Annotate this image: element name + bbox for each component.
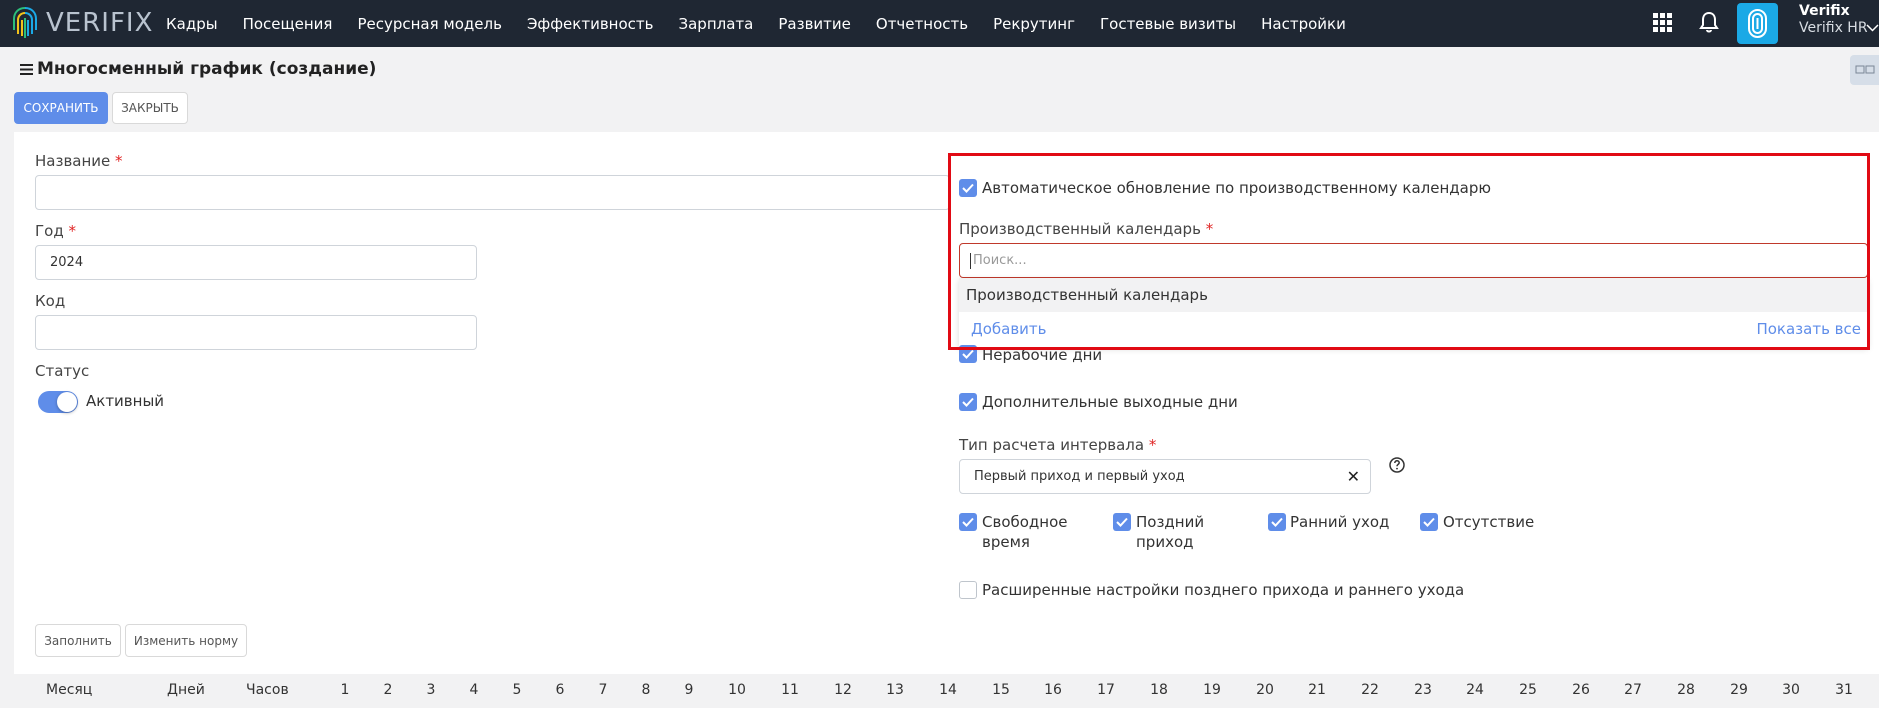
apps-grid-icon[interactable] [1653, 13, 1673, 33]
column-day: 25 [1519, 682, 1537, 698]
column-day: 10 [728, 682, 746, 698]
brand-logo[interactable]: VERIFIX [12, 6, 153, 40]
column-day: 23 [1414, 682, 1432, 698]
absence-label: Отсутствие [1443, 513, 1535, 531]
user-company[interactable]: Verifix HR [1799, 20, 1868, 36]
column-day: 19 [1203, 682, 1221, 698]
column-day: 13 [886, 682, 904, 698]
interval-label: Тип расчета интервала * [959, 436, 1157, 454]
column-day: 22 [1361, 682, 1379, 698]
translate-icon [1855, 65, 1875, 74]
column-day: 21 [1308, 682, 1326, 698]
column-day: 27 [1624, 682, 1642, 698]
close-button[interactable]: ЗАКРЫТЬ [112, 92, 188, 124]
nav-item[interactable]: Гостевые визиты [1100, 15, 1236, 33]
code-label: Код [35, 292, 66, 310]
status-value: Активный [86, 392, 165, 410]
advanced-settings-label: Расширенные настройки позднего прихода и… [982, 581, 1465, 599]
nav-item[interactable]: Эффективность [527, 15, 654, 33]
column-day: 8 [641, 682, 651, 698]
toggle-knob [57, 392, 77, 412]
year-input[interactable]: 2024 [35, 245, 477, 280]
column-day: 31 [1835, 682, 1853, 698]
column-day: 18 [1150, 682, 1168, 698]
early-leave-checkbox[interactable] [1268, 513, 1286, 531]
status-label: Статус [35, 362, 90, 380]
year-label: Год * [35, 222, 76, 240]
brand-name: VERIFIX [46, 8, 154, 38]
column-day: 30 [1782, 682, 1800, 698]
column-day: 16 [1044, 682, 1062, 698]
translate-toggle-button[interactable] [1850, 55, 1879, 85]
nav-item[interactable]: Зарплата [679, 15, 754, 33]
late-arrival-checkbox[interactable] [1113, 513, 1131, 531]
column-day: 26 [1572, 682, 1590, 698]
column-day: 14 [939, 682, 957, 698]
column-days: Дней [167, 682, 205, 698]
column-hours: Часов [246, 682, 289, 698]
avatar[interactable] [1737, 3, 1778, 44]
nav-item[interactable]: Настройки [1261, 15, 1346, 33]
column-day: 9 [684, 682, 694, 698]
column-day: 15 [992, 682, 1010, 698]
column-day: 5 [512, 682, 522, 698]
advanced-settings-checkbox[interactable] [959, 581, 977, 599]
status-toggle[interactable] [38, 391, 78, 413]
absence-checkbox[interactable] [1420, 513, 1438, 531]
late-arrival-label: Поздний приход [1136, 513, 1205, 551]
checkmark-icon [1271, 517, 1283, 527]
chevron-down-icon[interactable] [1866, 24, 1879, 32]
user-name[interactable]: Verifix [1799, 3, 1850, 19]
column-day: 1 [340, 682, 350, 698]
nav-item[interactable]: Кадры [166, 15, 218, 33]
page-title: Многосменный график (создание) [37, 59, 377, 79]
column-day: 6 [555, 682, 565, 698]
column-day: 3 [426, 682, 436, 698]
clear-icon[interactable]: ✕ [1347, 467, 1360, 486]
fingerprint-logo-icon [13, 7, 37, 38]
extra-days-label: Дополнительные выходные дни [982, 393, 1238, 411]
column-day: 28 [1677, 682, 1695, 698]
nav-item[interactable]: Рекрутинг [993, 15, 1075, 33]
column-day: 24 [1466, 682, 1484, 698]
top-navbar: VERIFIX Кадры Посещения Ресурсная модель Эф… [0, 0, 1879, 47]
column-day: 4 [469, 682, 479, 698]
column-day: 20 [1256, 682, 1274, 698]
free-time-checkbox[interactable] [959, 513, 977, 531]
fill-button[interactable]: Заполнить [35, 624, 121, 657]
checkmark-icon [962, 517, 974, 527]
column-month: Месяц [46, 682, 93, 698]
column-day: 2 [383, 682, 393, 698]
code-input[interactable] [35, 315, 477, 350]
column-day: 7 [598, 682, 608, 698]
bell-icon[interactable] [1699, 11, 1719, 33]
main-nav: Кадры Посещения Ресурсная модель Эффективно… [166, 0, 1371, 47]
save-button[interactable]: СОХРАНИТЬ [14, 92, 108, 124]
interval-select[interactable]: Первый приход и первый уход ✕ [959, 459, 1371, 494]
extra-days-checkbox[interactable] [959, 393, 977, 411]
fingerprint-icon [1748, 9, 1767, 38]
early-leave-label: Ранний уход [1290, 513, 1390, 531]
nav-item[interactable]: Отчетность [876, 15, 968, 33]
nav-item[interactable]: Посещения [243, 15, 333, 33]
column-day: 29 [1730, 682, 1748, 698]
highlight-frame [948, 153, 1870, 350]
nav-item[interactable]: Развитие [778, 15, 851, 33]
column-day: 12 [834, 682, 852, 698]
name-label: Название * [35, 152, 123, 170]
hamburger-menu-icon[interactable] [20, 64, 33, 75]
checkmark-icon [962, 349, 974, 359]
free-time-label: Свободное время [982, 513, 1068, 551]
nav-item[interactable]: Ресурсная модель [357, 15, 501, 33]
checkmark-icon [1423, 517, 1435, 527]
change-norm-button[interactable]: Изменить норму [125, 624, 247, 657]
checkmark-icon [1116, 517, 1128, 527]
column-day: 11 [781, 682, 799, 698]
checkmark-icon [962, 397, 974, 407]
name-input[interactable] [35, 175, 950, 210]
column-day: 17 [1097, 682, 1115, 698]
help-icon[interactable] [1389, 457, 1405, 473]
